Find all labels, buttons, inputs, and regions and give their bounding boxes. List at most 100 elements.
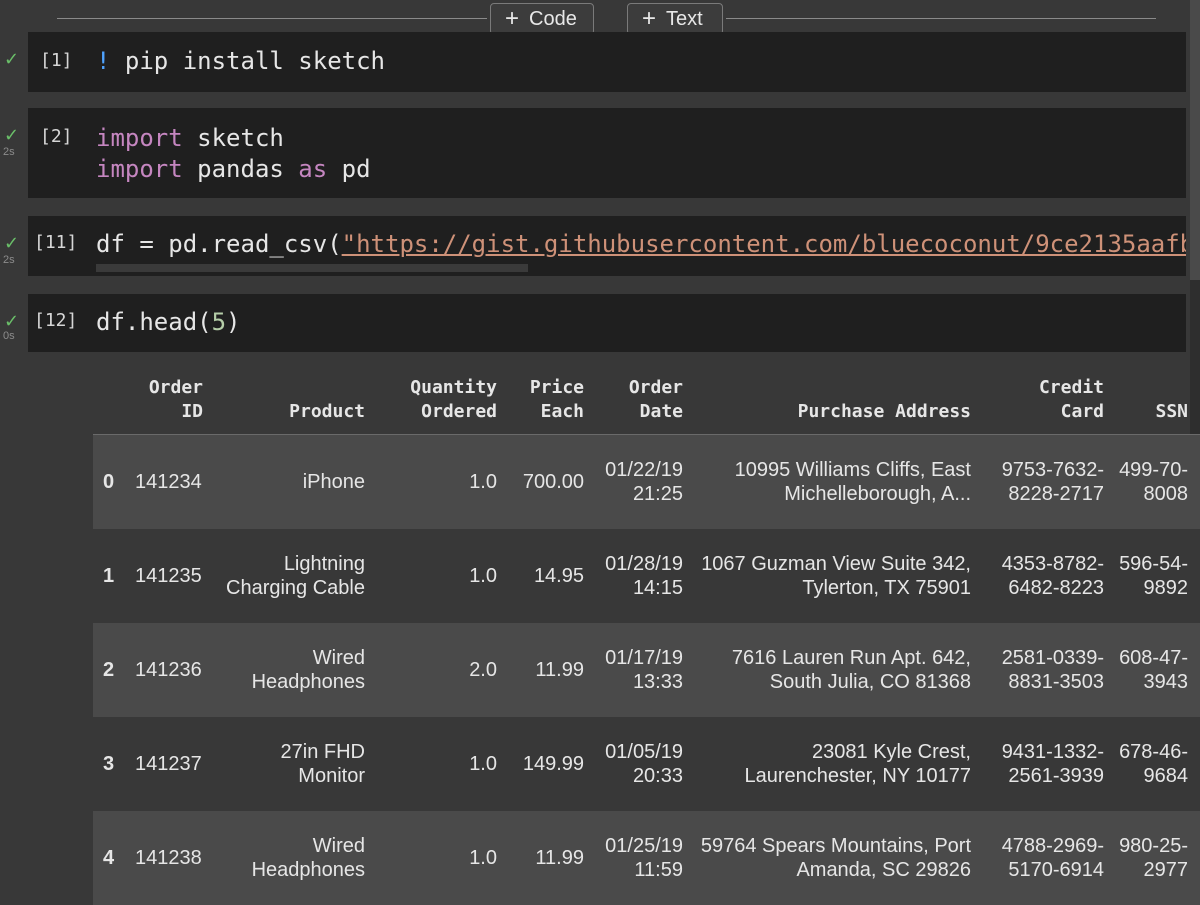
table-cell: 1.0 [377,434,509,529]
table-cell: 678-46-9684 [1116,717,1200,811]
dataframe-output: Order ID Product Quantity Ordered Price Each Or… [93,366,1200,905]
toolbar-divider-left [57,18,487,19]
column-header-line: Price [529,377,584,398]
table-cell: 1.0 [377,717,509,811]
table-cell: 141235 [135,529,215,623]
execution-count: [11] [34,232,78,253]
column-header-line: SSN [1155,401,1188,422]
table-cell: 4353-8782-6482-8223 [983,529,1116,623]
table-cell: 141237 [135,717,215,811]
table-cell: 2581-0339-8831-3503 [983,623,1116,717]
table-cell: 11.99 [509,811,596,905]
dataframe-table: Order ID Product Quantity Ordered Price Each Or… [93,366,1200,905]
column-header-line: Purchase Address [797,401,971,422]
table-cell: Wired Headphones [215,811,377,905]
execution-count: [12] [34,310,78,331]
add-code-cell-button[interactable]: + Code [490,3,594,35]
row-index: 3 [93,717,135,811]
checkmark-icon: ✓ [4,311,20,331]
table-row: 1 141235 Lightning Charging Cable 1.0 14.95 0… [93,529,1200,623]
execution-count: [2] [40,126,73,147]
table-cell: 1067 Guzman View Suite 342, Tylerton, TX… [695,529,983,623]
table-cell: 01/05/19 20:33 [596,717,695,811]
column-header-line: Order [628,377,683,398]
table-cell: 1.0 [377,529,509,623]
table-cell: 4788-2969-5170-6914 [983,811,1116,905]
table-cell: 1.0 [377,811,509,905]
table-cell: 608-47-3943 [1116,623,1200,717]
plus-icon: + [642,5,657,32]
code-cell-3[interactable]: [11] df = pd.read_csv("https://gist.gith… [28,216,1186,276]
column-header: SSN [1116,366,1200,435]
table-row: 0 141234 iPhone 1.0 700.00 01/22/19 21:25 1099… [93,434,1200,529]
code-cell-2[interactable]: [2] import sketch import pandas as pd [28,108,1186,198]
run-duration: 2s [3,146,15,158]
table-cell: iPhone [215,434,377,529]
table-row: 4 141238 Wired Headphones 1.0 11.99 01/25/19 … [93,811,1200,905]
horizontal-scrollbar[interactable] [96,264,528,272]
table-cell: 27in FHD Monitor [215,717,377,811]
row-index: 1 [93,529,135,623]
table-cell: 9753-7632-8228-2717 [983,434,1116,529]
column-header [93,366,135,435]
code-cell-1[interactable]: [1] ! pip install sketch [28,32,1186,92]
run-duration: 0s [3,330,15,342]
table-cell: 141238 [135,811,215,905]
checkmark-icon: ✓ [4,49,20,69]
table-cell: 596-54-9892 [1116,529,1200,623]
table-row: 3 141237 27in FHD Monitor 1.0 149.99 01/05/19… [93,717,1200,811]
plus-icon: + [505,5,520,32]
table-cell: 9431-1332-2561-3939 [983,717,1116,811]
toolbar-divider-right [726,18,1156,19]
code-editor[interactable]: df = pd.read_csv("https://gist.githubuse… [96,230,1186,258]
run-duration: 2s [3,254,15,266]
checkmark-icon: ✓ [4,233,20,253]
column-header-line: Date [639,401,683,422]
table-cell: 2.0 [377,623,509,717]
table-cell: Lightning Charging Cable [215,529,377,623]
column-header: Credit Card [983,366,1116,435]
table-cell: 10995 Williams Cliffs, East Michelleboro… [695,434,983,529]
table-cell: 14.95 [509,529,596,623]
add-text-cell-button[interactable]: + Text [627,3,723,35]
code-editor[interactable]: df.head(5) [96,308,241,336]
column-header-line: Ordered [421,401,497,422]
column-header-line: ID [181,401,203,422]
column-header-line: Credit [1038,377,1104,398]
table-cell: 499-70-8008 [1116,434,1200,529]
table-cell: 7616 Lauren Run Apt. 642, South Julia, C… [695,623,983,717]
table-cell: 11.99 [509,623,596,717]
table-cell: 141234 [135,434,215,529]
row-index: 4 [93,811,135,905]
code-cell-4[interactable]: [12] df.head(5) [28,294,1186,352]
column-header: Quantity Ordered [377,366,509,435]
column-header-line: Each [540,401,584,422]
column-header-line: Quantity [410,377,497,398]
table-cell: 01/22/19 21:25 [596,434,695,529]
table-cell: 01/17/19 13:33 [596,623,695,717]
row-index: 0 [93,434,135,529]
column-header: Order ID [135,366,215,435]
table-row: 2 141236 Wired Headphones 2.0 11.99 01/17/19 … [93,623,1200,717]
table-cell: 01/28/19 14:15 [596,529,695,623]
table-cell: 700.00 [509,434,596,529]
add-text-label: Text [666,8,703,30]
column-header: Order Date [596,366,695,435]
column-header: Purchase Address [695,366,983,435]
execution-count: [1] [40,50,73,71]
table-cell: 23081 Kyle Crest, Laurenchester, NY 1017… [695,717,983,811]
code-editor[interactable]: import sketch import pandas as pd [96,123,371,185]
column-header-line: Order [148,377,203,398]
checkmark-icon: ✓ [4,125,20,145]
table-cell: 141236 [135,623,215,717]
table-cell: 59764 Spears Mountains, Port Amanda, SC … [695,811,983,905]
column-header: Price Each [509,366,596,435]
code-editor[interactable]: ! pip install sketch [96,47,385,75]
column-header: Product [215,366,377,435]
table-cell: 01/25/19 11:59 [596,811,695,905]
row-index: 2 [93,623,135,717]
table-header-row: Order ID Product Quantity Ordered Price Each Or… [93,366,1200,435]
scrollbar-thumb[interactable] [1190,0,1200,280]
table-cell: 980-25-2977 [1116,811,1200,905]
column-header-line: Product [289,401,365,422]
